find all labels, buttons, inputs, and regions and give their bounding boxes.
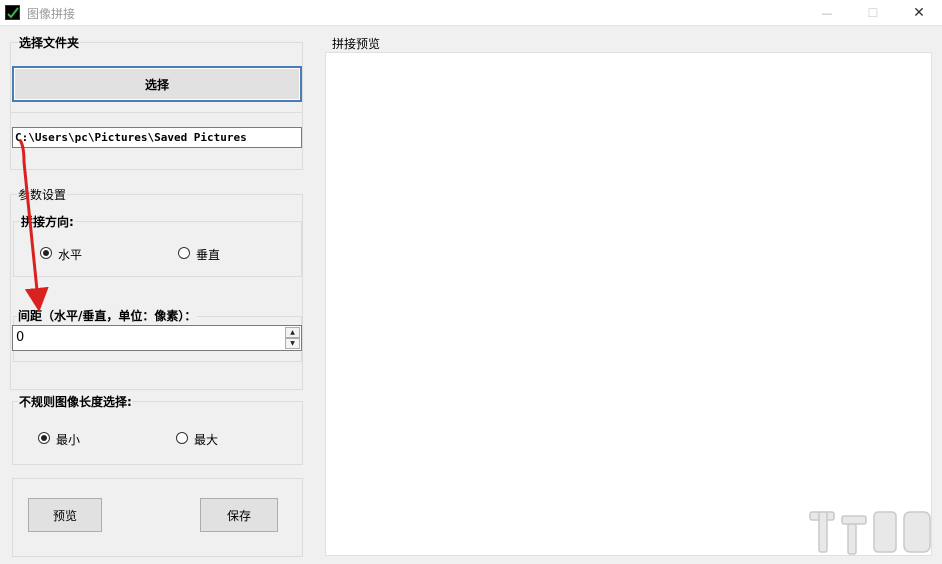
select-folder-button[interactable]: 选择 (12, 66, 302, 102)
title-bar: 图像拼接 — ☐ ✕ (0, 0, 942, 26)
spin-down-button[interactable]: ▼ (285, 338, 300, 349)
radio-min-label: 最小 (56, 433, 81, 447)
close-button[interactable]: ✕ (896, 0, 942, 26)
folder-group-label: 选择文件夹 (18, 34, 81, 51)
radio-vertical-label: 垂直 (196, 248, 221, 262)
preview-panel-label: 拼接预览 (332, 37, 381, 51)
spin-up-button[interactable]: ▲ (285, 327, 300, 338)
save-button[interactable]: 保存 (200, 498, 278, 532)
minimize-button[interactable]: — (804, 0, 850, 26)
preview-canvas (325, 52, 932, 556)
radio-button[interactable] (176, 432, 188, 444)
radio-horizontal-label: 水平 (58, 248, 83, 262)
maximize-button[interactable]: ☐ (850, 0, 896, 26)
site-logo (809, 511, 931, 555)
chevron-down-icon: ▼ (290, 340, 295, 347)
folder-group-frame (10, 42, 303, 170)
radio-button[interactable] (38, 432, 50, 444)
maximize-icon: ☐ (867, 6, 879, 20)
divider (10, 112, 303, 113)
irregular-group-label: 不规则图像长度选择: (18, 393, 133, 410)
minimize-icon: — (821, 6, 833, 20)
close-icon: ✕ (913, 5, 925, 21)
app-checkmark-icon (5, 5, 20, 20)
folder-path-field[interactable]: C:\Users\pc\Pictures\Saved Pictures (12, 127, 302, 148)
radio-button[interactable] (178, 247, 190, 259)
spacing-value[interactable]: 0 (16, 330, 24, 345)
radio-max-label: 最大 (194, 433, 219, 447)
chevron-up-icon: ▲ (290, 329, 295, 336)
preview-button[interactable]: 预览 (28, 498, 102, 532)
window-title: 图像拼接 (27, 7, 76, 21)
red-arrow-icon (18, 139, 49, 312)
spacing-spinner[interactable]: 0 ▲ ▼ (12, 325, 302, 351)
